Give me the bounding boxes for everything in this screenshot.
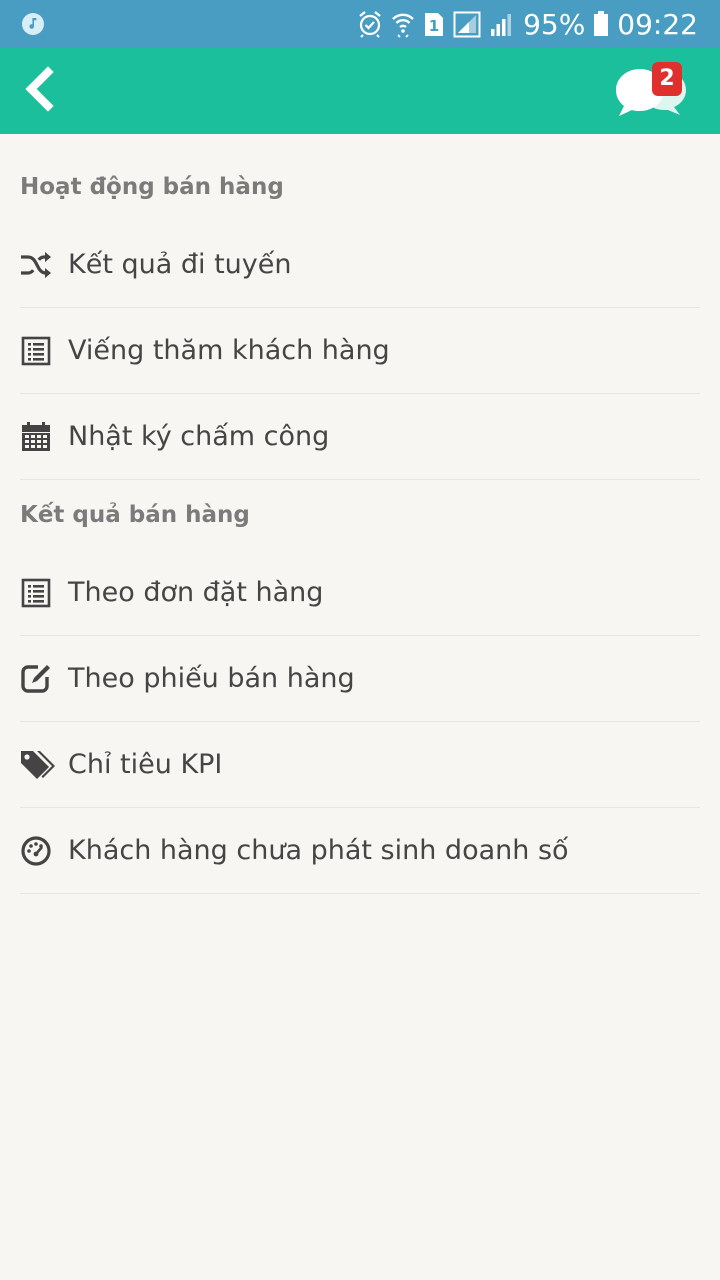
menu-item-label: Nhật ký chấm công (68, 421, 330, 452)
wifi-icon (392, 13, 414, 38)
shuffle-icon (21, 252, 51, 278)
status-icons: 1 95% 09:22 (357, 0, 698, 48)
menu-item-timekeeping-log[interactable]: Nhật ký chấm công (20, 394, 700, 480)
clock-time: 09:22 (617, 7, 698, 41)
calendar-icon (22, 422, 50, 451)
menu-item-by-sales-slip[interactable]: Theo phiếu bán hàng (20, 636, 700, 722)
menu-item-label: Khách hàng chưa phát sinh doanh số (68, 835, 569, 866)
menu-item-label: Theo phiếu bán hàng (68, 663, 355, 694)
battery-percent: 95% (523, 7, 586, 41)
menu-item-label: Viếng thăm khách hàng (68, 335, 390, 366)
back-chevron-icon[interactable] (18, 66, 58, 112)
menu-item-customers-no-sales[interactable]: Khách hàng chưa phát sinh doanh số (20, 808, 700, 894)
section-title-sales-activity: Hoạt động bán hàng (20, 174, 284, 200)
menu-item-label: Theo đơn đặt hàng (68, 577, 324, 608)
signal-2-icon (491, 14, 512, 36)
menu-item-customer-visits[interactable]: Viếng thăm khách hàng (20, 308, 700, 394)
chat-badge[interactable]: 2 (652, 62, 682, 96)
section-title-sales-results: Kết quả bán hàng (20, 502, 250, 528)
sim-1-icon: 1 (425, 13, 444, 36)
menu-item-route-results[interactable]: Kết quả đi tuyến (20, 222, 700, 308)
status-bar: 1 95% 09:22 (0, 0, 720, 48)
music-note-icon (22, 13, 44, 35)
edit-icon (21, 665, 50, 693)
alarm-icon (359, 11, 381, 38)
svg-text:1: 1 (429, 17, 439, 35)
menu-item-by-order[interactable]: Theo đơn đặt hàng (20, 550, 700, 636)
signal-1-icon (453, 11, 481, 38)
battery-icon (594, 11, 609, 36)
list-alt-icon (21, 578, 51, 608)
list-alt-icon (21, 336, 51, 366)
menu-item-kpi-targets[interactable]: Chỉ tiêu KPI (20, 722, 700, 808)
app-bar (0, 48, 720, 134)
menu-item-label: Chỉ tiêu KPI (68, 749, 223, 780)
menu-item-label: Kết quả đi tuyến (68, 249, 292, 280)
tags-icon (21, 751, 55, 779)
dashboard-icon (21, 836, 51, 866)
